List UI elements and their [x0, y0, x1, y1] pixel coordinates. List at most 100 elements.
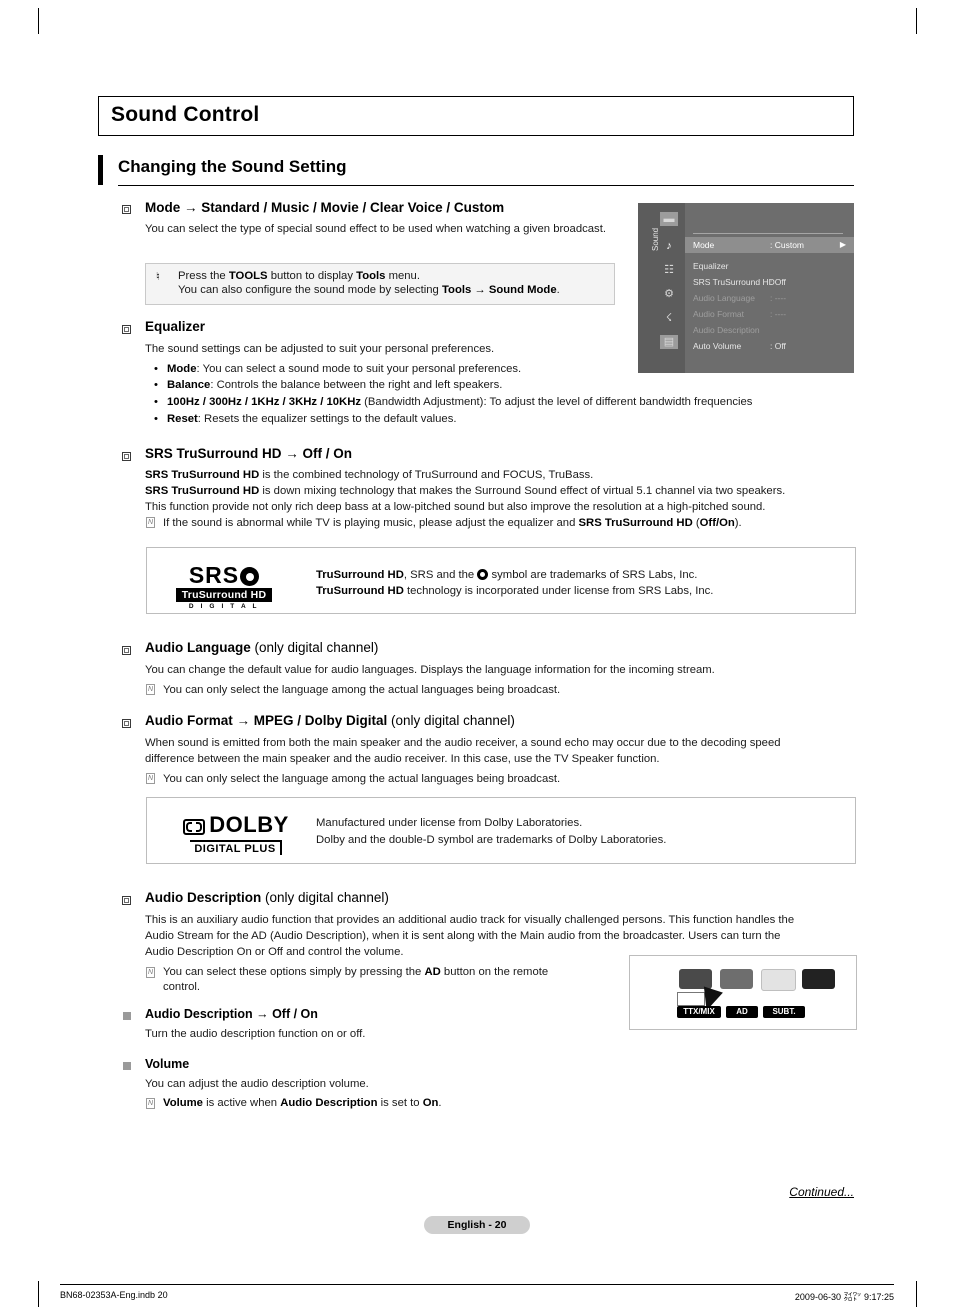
input-icon: ☇	[665, 312, 673, 324]
channel-icon: ☷	[664, 264, 674, 276]
srs-logo-digital: D I G I T A L	[188, 603, 260, 610]
heading-audio-format-rest: (only digital channel)	[391, 713, 515, 728]
heading-audio-description: Audio Description (only digital channel)	[145, 890, 389, 905]
audio-description-note-post: button on the remote	[440, 966, 549, 978]
srs-line2-bold: SRS TruSurround HD	[145, 485, 260, 497]
mode-note-l2-post: .	[556, 284, 560, 296]
osd-row-audio-format[interactable]: Audio Format : ----	[685, 306, 854, 322]
equalizer-bullet-4-rest: : Resets the equalizer settings to the d…	[197, 413, 457, 425]
document-page: Sound Control Changing the Sound Setting…	[0, 0, 954, 1315]
sub-body-audio-description-toggle: Turn the audio description function on o…	[145, 1028, 366, 1040]
picture-icon: ▬	[660, 212, 678, 226]
srs-legal-line2: TruSurround HD technology is incorporate…	[316, 584, 846, 600]
bullet-equalizer	[122, 325, 131, 334]
heading-equalizer: Equalizer	[145, 319, 206, 334]
srs-note-post: ).	[734, 517, 742, 529]
osd-divider	[693, 233, 843, 234]
mode-note-l1-post: menu.	[385, 270, 420, 282]
volume-note: Volume is active when Audio Description …	[163, 1096, 763, 1112]
srs-note-mid: (	[692, 517, 700, 529]
equalizer-bullet-dot-1: •	[154, 363, 158, 375]
note-marker-audio-language: N	[146, 684, 155, 695]
dolby-logo-sub: DIGITAL PLUS	[190, 840, 282, 855]
equalizer-bullet-4-bold: Reset	[167, 413, 198, 425]
osd-row-audio-language-label: Audio Language	[693, 293, 755, 303]
srs-legal-l1-mid: , SRS and the	[403, 569, 478, 581]
heading-audio-language-bold: Audio Language	[145, 640, 251, 655]
srs-legal-l1-b: TruSurround HD	[316, 569, 404, 581]
srs-line3: This function provide not only rich deep…	[145, 501, 766, 513]
volume-note-mid2: is set to	[377, 1097, 423, 1109]
equalizer-bullet-3: 100Hz / 300Hz / 1KHz / 3KHz / 10KHz (Ban…	[167, 395, 867, 411]
osd-row-srs-label: SRS TruSurround HD	[693, 277, 775, 287]
volume-note-b2: Audio Description	[280, 1097, 378, 1109]
heading-audio-description-rest: (only digital channel)	[265, 890, 389, 905]
srs-legal-l2-rest: technology is incorporated under license…	[403, 585, 714, 597]
osd-row-mode[interactable]: Mode : Custom ▶	[685, 237, 854, 253]
volume-note-b1: Volume	[163, 1097, 203, 1109]
srs-note-b1: SRS TruSurround HD	[578, 517, 693, 529]
heading-mode-bold: Mode	[145, 200, 181, 215]
srs-line1: SRS TruSurround HD is the combined techn…	[145, 468, 845, 484]
heading-audio-format-bold: Audio Format	[145, 713, 233, 728]
dolby-logo-word: DOLBY	[209, 812, 289, 837]
equalizer-body: The sound settings can be adjusted to su…	[145, 343, 495, 355]
section-rule	[118, 185, 854, 186]
heading-srs-rest: → Off / On	[285, 446, 353, 461]
double-d-icon	[183, 819, 206, 835]
srs-note-pre: If the sound is abnormal while TV is pla…	[163, 517, 579, 529]
mode-note-l1-mid: button to display	[267, 270, 357, 282]
audio-description-body-1: This is an auxiliary audio function that…	[145, 914, 795, 926]
osd-row-audio-description[interactable]: Audio Description	[685, 322, 854, 338]
equalizer-bullet-4: Reset: Resets the equalizer settings to …	[167, 412, 857, 428]
osd-row-audio-description-label: Audio Description	[693, 325, 760, 335]
srs-legal-line1: TruSurround HD, SRS and the symbol are t…	[316, 567, 846, 584]
sub-bullet-audio-description-toggle	[123, 1012, 131, 1020]
osd-row-audio-language[interactable]: Audio Language : ----	[685, 290, 854, 306]
sub-body-volume: You can adjust the audio description vol…	[145, 1078, 369, 1090]
srs-legal-l2-b: TruSurround HD	[316, 585, 404, 597]
heading-srs: SRS TruSurround HD → Off / On	[145, 446, 352, 461]
osd-row-srs[interactable]: SRS TruSurround HD : Off	[685, 274, 854, 290]
osd-row-audio-language-value: : ----	[770, 293, 787, 303]
srs-logo: SRS TruSurround HD D I G I T A L	[176, 563, 272, 610]
audio-format-note: You can only select the language among t…	[163, 773, 561, 785]
srs-line1-rest: is the combined technology of TruSurroun…	[259, 469, 594, 481]
footer-left: BN68-02353A-Eng.indb 20	[60, 1290, 168, 1300]
heading-audio-format: Audio Format → MPEG / Dolby Digital (onl…	[145, 713, 515, 728]
audio-description-note-pre: You can select these options simply by p…	[163, 966, 425, 978]
page-title: Sound Control	[111, 103, 260, 126]
equalizer-bullet-dot-3: •	[154, 396, 158, 408]
section-accent-bar	[98, 155, 103, 185]
remote-button-extra-key	[802, 969, 835, 989]
tools-note-icon: ♮	[156, 271, 160, 283]
srs-line1-bold: SRS TruSurround HD	[145, 469, 260, 481]
mode-note-l2-b1: Tools → Sound Mode	[441, 284, 557, 296]
dolby-legal-line1: Manufactured under license from Dolby La…	[316, 817, 583, 829]
equalizer-bullet-dot-2: •	[154, 379, 158, 391]
osd-row-audio-format-label: Audio Format	[693, 309, 745, 319]
heading-audio-language-rest: (only digital channel)	[254, 640, 379, 655]
remote-button-subt-key	[761, 969, 796, 991]
footer-rule	[60, 1284, 894, 1285]
heading-srs-bold: SRS TruSurround HD	[145, 446, 282, 461]
osd-row-equalizer[interactable]: Equalizer	[685, 258, 854, 274]
srs-line2-rest: is down mixing technology that makes the…	[259, 485, 786, 497]
osd-row-audio-format-value: : ----	[770, 309, 787, 319]
equalizer-bullet-3-bold: 100Hz / 300Hz / 1KHz / 3KHz / 10KHz	[167, 396, 361, 408]
equalizer-bullet-2-rest: : Controls the balance between the right…	[210, 379, 503, 391]
srs-note: If the sound is abnormal while TV is pla…	[163, 516, 863, 532]
note-marker-audio-description: N	[146, 967, 155, 978]
equalizer-bullet-1-rest: : You can select a sound mode to suit yo…	[196, 363, 522, 375]
osd-row-mode-label: Mode	[693, 240, 715, 250]
remote-label-ad: AD	[726, 1006, 758, 1018]
crop-mark-tl-v	[38, 8, 39, 34]
equalizer-bullet-3-rest: (Bandwidth Adjustment): To adjust the le…	[361, 396, 753, 408]
setup-icon: ⚙	[664, 288, 674, 300]
osd-side-label: Sound	[651, 227, 660, 251]
chevron-right-icon: ▶	[839, 240, 846, 249]
osd-row-equalizer-label: Equalizer	[693, 261, 729, 271]
audio-language-body: You can change the default value for aud…	[145, 664, 715, 676]
page-number-badge: English - 20	[424, 1216, 530, 1234]
volume-note-post: .	[438, 1097, 442, 1109]
